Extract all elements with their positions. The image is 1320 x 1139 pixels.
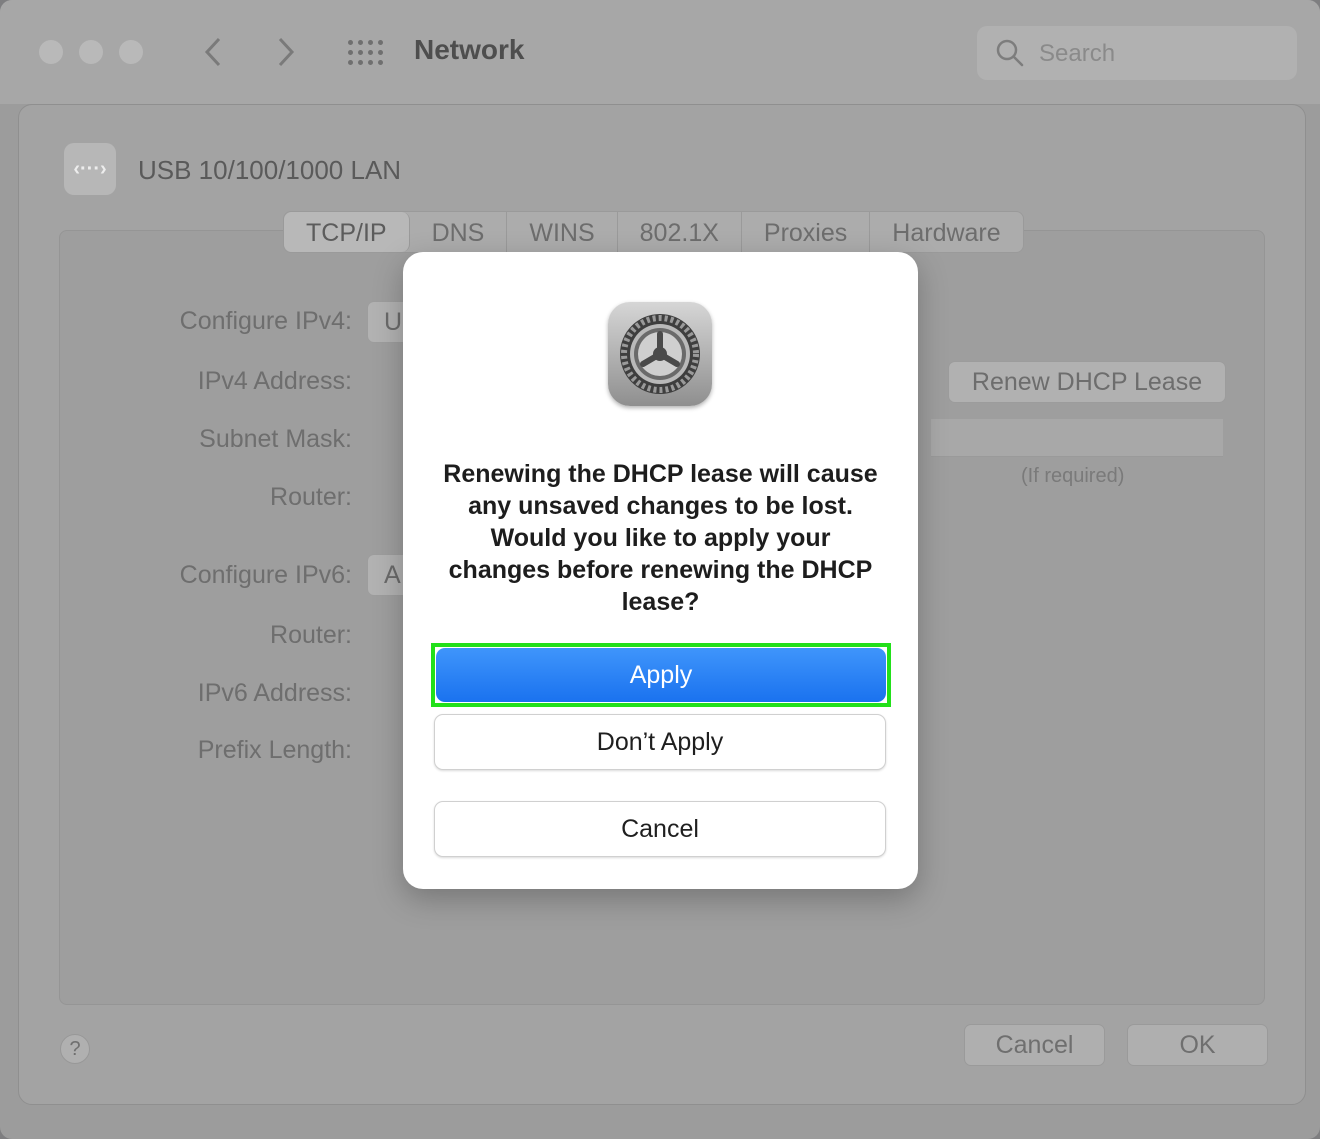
forward-button[interactable] [271,34,301,70]
tab-proxies[interactable]: Proxies [742,212,871,252]
title-bar: Network Search [0,0,1320,104]
tab-dns[interactable]: DNS [410,212,508,252]
router-label: Router: [270,483,352,511]
chevron-right-icon [278,37,295,67]
prefix-length-label: Prefix Length: [197,736,352,764]
dhcp-client-id-field[interactable] [931,419,1223,457]
apply-changes-alert: Renewing the DHCP lease will cause any u… [403,252,918,889]
dont-apply-button[interactable]: Don’t Apply [434,714,886,770]
if-required-hint: (If required) [1021,465,1125,487]
chevron-left-icon [204,37,221,67]
tab-tcpip[interactable]: TCP/IP [284,212,410,252]
alert-cancel-button[interactable]: Cancel [434,801,886,857]
ipv6-router-label: Router: [270,621,352,649]
search-field[interactable]: Search [977,26,1297,80]
configure-ipv6-label: Configure IPv6: [179,561,352,589]
tab-hardware[interactable]: Hardware [870,212,1022,252]
back-button[interactable] [198,34,228,70]
sheet-cancel-button[interactable]: Cancel [964,1024,1105,1066]
close-window-button[interactable] [39,40,63,64]
apply-button[interactable]: Apply [436,648,886,702]
interface-name: USB 10/100/1000 LAN [138,155,402,185]
ipv4-address-label: IPv4 Address: [197,367,352,395]
configure-ipv4-label: Configure IPv4: [179,307,352,335]
ethernet-interface-icon: ‹···› [64,143,116,195]
sheet-ok-button[interactable]: OK [1127,1024,1268,1066]
zoom-window-button[interactable] [119,40,143,64]
tab-wins[interactable]: WINS [507,212,618,252]
ipv6-address-label: IPv6 Address: [197,679,352,707]
minimize-window-button[interactable] [79,40,103,64]
network-preferences-window: Network Search ‹···› USB 10/100/1000 LAN… [0,0,1320,1139]
renew-dhcp-lease-button[interactable]: Renew DHCP Lease [948,361,1226,403]
show-all-grid-icon[interactable] [348,40,384,66]
window-title: Network [414,34,525,65]
alert-message: Renewing the DHCP lease will cause any u… [443,460,878,616]
settings-tabs: TCP/IP DNS WINS 802.1X Proxies Hardware [283,211,1024,253]
subnet-mask-label: Subnet Mask: [199,425,352,453]
search-placeholder: Search [1039,40,1116,67]
tab-8021x[interactable]: 802.1X [618,212,742,252]
search-icon [996,39,1024,67]
help-button[interactable]: ? [60,1034,90,1064]
system-preferences-gear-icon [608,302,712,406]
